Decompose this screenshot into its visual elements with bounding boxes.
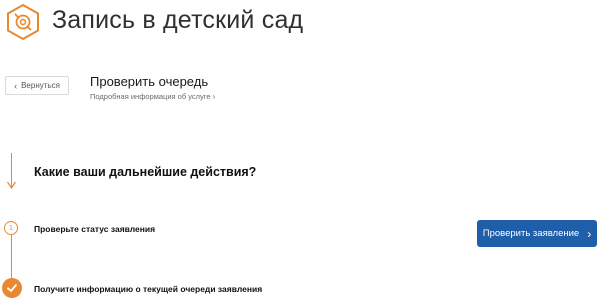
step-1-number: 1: [4, 221, 18, 235]
service-title: Проверить очередь: [90, 74, 209, 89]
service-details-label: Подробная информация об услуге: [90, 92, 211, 101]
back-button[interactable]: ‹ Вернуться: [5, 76, 69, 95]
step-2-check: [2, 278, 22, 298]
arrow-down-icon: [7, 181, 16, 190]
chevron-right-icon: ›: [587, 226, 592, 241]
check-application-label: Проверить заявление: [482, 228, 580, 239]
back-button-label: Вернуться: [21, 81, 60, 90]
actions-heading: Какие ваши дальнейшие действия?: [34, 165, 257, 179]
step-connector: [11, 235, 12, 280]
check-application-button[interactable]: Проверить заявление ›: [477, 220, 597, 247]
check-icon: [7, 284, 17, 292]
service-details-link[interactable]: Подробная информация об услуге ›: [90, 92, 215, 101]
pacifier-icon: [7, 3, 39, 41]
page-title: Запись в детский сад: [52, 6, 304, 34]
chevron-left-icon: ‹: [14, 80, 18, 91]
chevron-right-icon: ›: [212, 92, 216, 101]
step-1-label: Проверьте статус заявления: [34, 224, 156, 234]
step-2-label: Получите информацию о текущей очереди за…: [34, 284, 263, 294]
